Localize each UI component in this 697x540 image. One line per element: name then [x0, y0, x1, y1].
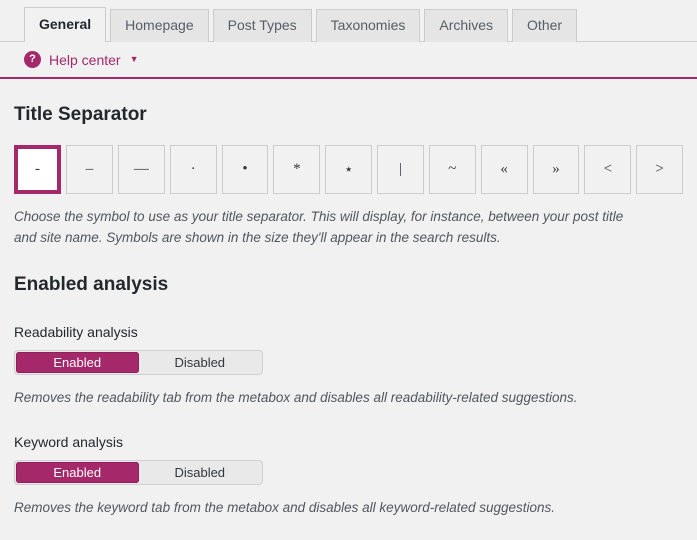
separator-option-em-dash[interactable]: — — [117, 144, 165, 194]
keyword-analysis-label: Keyword analysis — [14, 434, 123, 451]
title-separator-heading: Title Separator — [14, 104, 147, 125]
separator-glyph: * — [293, 160, 301, 177]
separator-option-star[interactable]: ⋆ — [325, 144, 373, 194]
tab-label: Taxonomies — [330, 17, 406, 33]
question-mark-icon: ? — [24, 51, 41, 68]
tab-taxonomies[interactable]: Taxonomies — [315, 9, 421, 42]
separator-glyph: - — [35, 160, 41, 177]
tab-homepage[interactable]: Homepage — [110, 9, 209, 42]
separator-option-en-dash[interactable]: – — [66, 144, 113, 194]
keyword-disabled-option[interactable]: Disabled — [139, 462, 262, 483]
separator-glyph: ⋆ — [343, 161, 354, 178]
readability-disabled-option[interactable]: Disabled — [139, 352, 262, 373]
help-center-bar: ? Help center ▼ — [0, 42, 697, 79]
separator-glyph: » — [552, 160, 560, 177]
separator-glyph: < — [603, 160, 613, 177]
separator-option-greater-than[interactable]: > — [636, 144, 684, 194]
separator-glyph: > — [655, 160, 664, 177]
tab-other[interactable]: Other — [512, 9, 578, 42]
keyword-analysis-toggle[interactable]: Enabled Disabled — [14, 460, 263, 486]
separator-option-pipe[interactable]: | — [377, 144, 424, 194]
tab-label: Archives — [439, 17, 494, 33]
separator-glyph: ~ — [448, 160, 457, 177]
help-center-link[interactable]: ? Help center ▼ — [24, 51, 139, 68]
readability-enabled-option[interactable]: Enabled — [16, 351, 139, 373]
readability-analysis-description: Removes the readability tab from the met… — [14, 389, 578, 405]
tab-post-types[interactable]: Post Types — [212, 9, 312, 42]
separator-glyph: « — [500, 160, 508, 177]
tab-label: General — [39, 16, 92, 32]
separator-glyph: | — [398, 160, 402, 177]
readability-analysis-label: Readability analysis — [14, 323, 138, 340]
tab-label: Post Types — [227, 17, 297, 33]
settings-page: General Homepage Post Types Taxonomies A… — [0, 0, 697, 540]
separator-glyph: · — [190, 160, 196, 177]
separator-option-double-angle-left[interactable]: « — [480, 144, 528, 194]
separator-option-bullet[interactable]: • — [221, 144, 269, 194]
separator-option-asterisk[interactable]: * — [273, 144, 321, 194]
separator-glyph: – — [85, 160, 94, 177]
separator-option-double-angle-right[interactable]: » — [532, 144, 580, 194]
tab-bar: General Homepage Post Types Taxonomies A… — [0, 0, 697, 43]
separator-option-tilde[interactable]: ~ — [428, 144, 476, 194]
keyword-enabled-option[interactable]: Enabled — [16, 462, 139, 484]
separator-glyph: — — [133, 160, 149, 177]
separator-option-middle-dot[interactable]: · — [169, 144, 217, 194]
tab-general[interactable]: General — [24, 7, 107, 43]
tab-label: Other — [527, 17, 563, 33]
settings-content: Title Separator - – — · • * ⋆ | ~ « » < … — [0, 79, 697, 540]
help-center-label: Help center — [49, 51, 121, 68]
title-separator-description: Choose the symbol to use as your title s… — [14, 208, 624, 246]
enabled-analysis-heading: Enabled analysis — [14, 273, 169, 295]
keyword-analysis-description: Removes the keyword tab from the metabox… — [14, 500, 556, 516]
tab-archives[interactable]: Archives — [424, 9, 509, 42]
title-separator-options: - – — · • * ⋆ | ~ « » < > — [14, 144, 684, 194]
readability-analysis-toggle[interactable]: Enabled Disabled — [14, 349, 263, 375]
chevron-down-icon: ▼ — [129, 54, 139, 64]
separator-glyph: • — [242, 160, 248, 177]
tab-label: Homepage — [125, 17, 194, 33]
separator-option-hyphen[interactable]: - — [14, 144, 62, 194]
separator-option-less-than[interactable]: < — [584, 144, 632, 194]
